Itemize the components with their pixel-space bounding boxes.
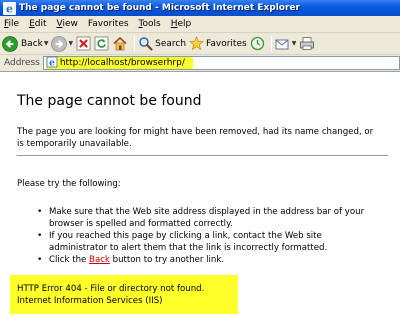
- forward-arrow-icon: [51, 35, 68, 52]
- mail-button[interactable]: ▼: [275, 37, 297, 51]
- menu-tools[interactable]: Tools: [139, 19, 161, 29]
- list-item-text: Click the: [49, 255, 90, 265]
- menu-help[interactable]: Help: [171, 19, 192, 29]
- address-bar: Address e http://localhost/browserhrp/: [0, 55, 400, 72]
- title-bar: e The page cannot be found - Microsoft I…: [0, 0, 400, 16]
- home-button[interactable]: [112, 36, 128, 51]
- address-input[interactable]: e http://localhost/browserhrp/: [42, 56, 400, 71]
- intro-line: is temporarily unavailable.: [17, 139, 132, 149]
- internet-explorer-icon: e: [3, 1, 16, 15]
- history-icon: [250, 36, 265, 51]
- search-label: Search: [155, 38, 187, 49]
- back-button[interactable]: Back ▼: [2, 35, 49, 52]
- back-link[interactable]: Back: [89, 255, 110, 265]
- menu-view[interactable]: View: [57, 19, 78, 29]
- star-icon: [189, 36, 204, 51]
- list-item-text: button to try another link.: [109, 255, 225, 265]
- forward-button[interactable]: ▼: [51, 35, 73, 52]
- list-item-text: administrator to alert them that the lin…: [49, 243, 328, 253]
- printer-icon: [299, 36, 315, 51]
- menu-edit[interactable]: Edit: [29, 19, 46, 29]
- mail-icon: [275, 37, 291, 51]
- svg-text:e: e: [49, 58, 55, 68]
- home-icon: [112, 36, 128, 51]
- refresh-icon: [94, 36, 109, 51]
- intro-paragraph: The page you are looking for might have …: [17, 126, 389, 150]
- search-button[interactable]: Search: [138, 36, 186, 51]
- print-button[interactable]: [299, 36, 315, 51]
- menu-bar: File Edit View Favorites Tools Help: [0, 16, 400, 33]
- address-url: http://localhost/browserhrp/: [59, 58, 185, 68]
- error-code: HTTP Error 404 - File or directory not f…: [17, 284, 205, 294]
- stop-icon: [76, 36, 91, 51]
- list-item-text: If you reached this page by clicking a l…: [49, 231, 322, 241]
- toolbar-separator: [270, 35, 272, 52]
- list-item: Click the Back button to try another lin…: [36, 254, 386, 266]
- favorites-button[interactable]: Favorites: [189, 36, 247, 51]
- search-icon: [138, 36, 153, 51]
- list-item-text: Make sure that the Web site address disp…: [49, 207, 365, 217]
- list-item: Make sure that the Web site address disp…: [36, 206, 386, 230]
- menu-file[interactable]: File: [4, 19, 19, 29]
- back-dropdown-icon[interactable]: ▼: [44, 40, 49, 47]
- address-label: Address: [4, 58, 40, 68]
- mail-dropdown-icon[interactable]: ▼: [292, 40, 297, 47]
- stop-button[interactable]: [76, 36, 91, 51]
- forward-dropdown-icon[interactable]: ▼: [68, 40, 73, 47]
- server-name: Internet Information Services (IIS): [17, 296, 163, 306]
- try-heading: Please try the following:: [17, 179, 121, 189]
- page-content: The page cannot be found The page you ar…: [0, 72, 400, 315]
- intro-line: The page you are looking for might have …: [17, 127, 374, 137]
- back-arrow-icon: [2, 35, 18, 52]
- favorites-label: Favorites: [206, 38, 247, 49]
- suggestion-list: Make sure that the Web site address disp…: [36, 206, 386, 266]
- toolbar: Back ▼ ▼ Search Favorites ▼: [0, 33, 400, 55]
- svg-text:e: e: [6, 2, 13, 15]
- list-item-text: browser is spelled and formatted correct…: [49, 219, 233, 229]
- window-title: The page cannot be found - Microsoft Int…: [19, 3, 300, 13]
- back-label: Back: [21, 38, 43, 49]
- history-button[interactable]: [250, 36, 265, 51]
- page-icon: e: [46, 56, 58, 71]
- page-title: The page cannot be found: [17, 93, 202, 109]
- refresh-button[interactable]: [94, 36, 109, 51]
- toolbar-separator: [134, 35, 136, 52]
- divider: [17, 155, 388, 156]
- list-item: If you reached this page by clicking a l…: [36, 230, 386, 254]
- address-highlight: e http://localhost/browserhrp/: [45, 56, 193, 71]
- menu-favorites[interactable]: Favorites: [88, 19, 129, 29]
- error-info: HTTP Error 404 - File or directory not f…: [10, 275, 238, 314]
